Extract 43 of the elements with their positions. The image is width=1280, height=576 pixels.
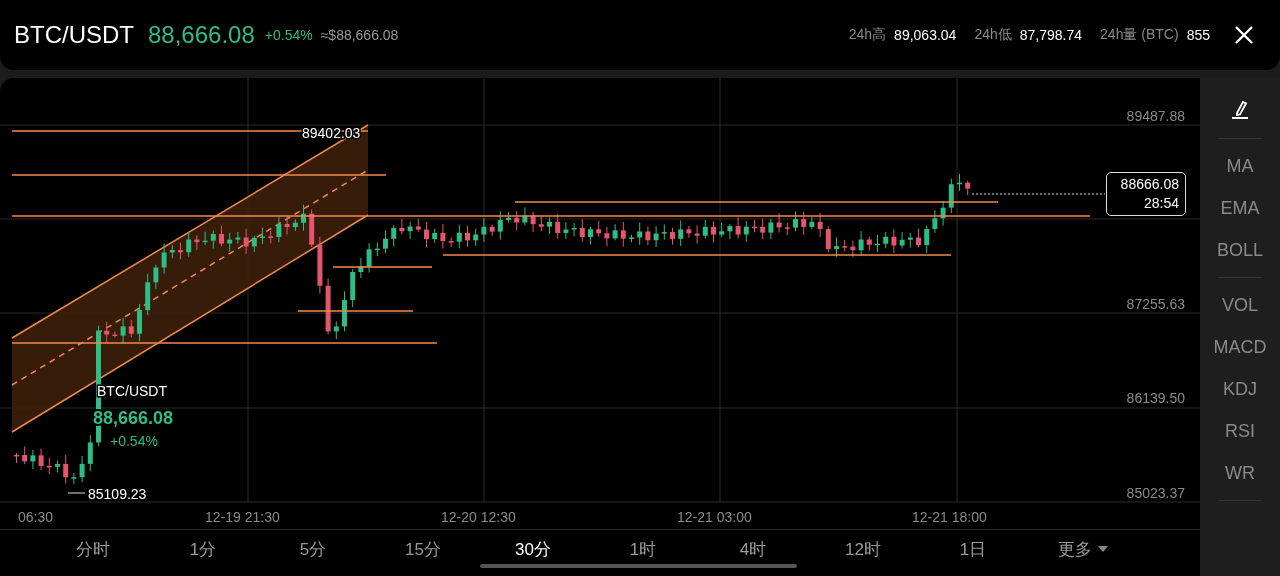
indicator-button[interactable]: EMA [1218,187,1262,229]
indicator-button[interactable]: WR [1223,452,1257,494]
time-axis-label: 12-19 21:30 [205,509,280,525]
interval-tab[interactable]: 15分 [368,537,478,569]
fiat-price: ≈$88,666.08 [320,27,399,43]
indicator-button[interactable]: KDJ [1221,368,1259,410]
stat-value: 89,063.04 [894,27,957,43]
last-price: 88,666.08 [148,21,255,49]
caret-icon [1098,546,1108,553]
interval-tab[interactable]: 1时 [588,537,698,569]
price-axis-label: 85023.37 [1126,485,1185,501]
time-axis-label: 06:30 [18,509,54,525]
price-tag: 88666.08 28:54 [1106,172,1186,216]
interval-tab[interactable]: 12时 [808,537,918,569]
indicator-button[interactable]: MACD [1211,326,1269,368]
leader-line [67,492,86,494]
indicator-button[interactable]: RSI [1223,410,1257,452]
time-axis-label: 12-21 18:00 [912,509,987,525]
legend-change: +0.54% [110,433,158,449]
stat-label: 24h高 [848,26,887,44]
interval-tab[interactable]: 4时 [698,537,808,569]
time-axis-label: 12-20 12:30 [441,509,516,525]
low-price-label: 85109.23 [88,486,147,502]
stat-label: 24h低 [974,26,1012,44]
interval-tab[interactable]: 30分 [478,537,588,569]
price-axis-label: 86139.50 [1126,390,1185,406]
indicator-button[interactable]: MA [1224,145,1256,187]
pair-title: BTC/USDT [14,21,134,49]
interval-tab[interactable]: 分时 [38,537,148,569]
stat-value: 855 [1186,27,1210,43]
indicator-button[interactable]: BOLL [1215,229,1265,271]
interval-tab[interactable]: 1日 [918,537,1028,569]
price-change: +0.54% [264,27,313,43]
more-button[interactable]: 更多 [1028,537,1138,569]
time-axis-label: 12-21 03:00 [677,509,752,525]
interval-tab[interactable]: 5分 [258,537,368,569]
interval-tab[interactable]: 1分 [148,537,258,569]
price-axis-label: 87255.63 [1126,296,1185,312]
indicator-button[interactable]: VOL [1220,284,1260,326]
stat-label: 24h量 (BTC) [1100,26,1179,44]
price-axis-label: 89487.88 [1126,108,1185,124]
scrollbar[interactable] [480,564,797,569]
stat-value: 87,798.74 [1019,27,1083,43]
